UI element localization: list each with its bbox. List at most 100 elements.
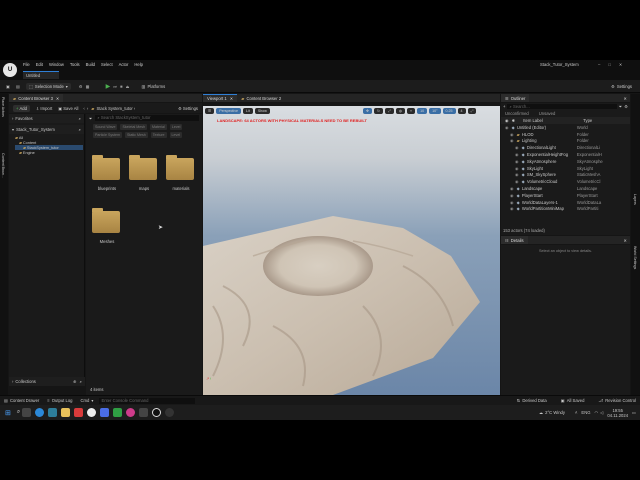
platforms-button[interactable]: ▥ Platforms	[142, 84, 166, 89]
back-icon[interactable]: ‹	[83, 106, 84, 111]
menu-select[interactable]: Select	[101, 62, 113, 67]
outliner-row[interactable]: ◉ ▰ Lighting Folder	[501, 138, 630, 145]
asset-search-input[interactable]: ⌕ Search StackSystem_tutor	[95, 115, 199, 121]
search-icon[interactable]: ⌕	[79, 116, 81, 121]
visibility-icon[interactable]: ◉	[515, 172, 519, 177]
filter-chip[interactable]: Skeletal Mesh	[120, 124, 148, 130]
visibility-icon[interactable]: ◉	[515, 166, 519, 171]
explorer-icon[interactable]	[61, 408, 71, 417]
filter-chip[interactable]: Level	[169, 124, 183, 130]
folder-tile-materials[interactable]: materials	[166, 155, 196, 191]
import-button[interactable]: ⇩ Import	[36, 106, 52, 111]
rotate-icon[interactable]: ↻	[374, 107, 384, 114]
visibility-icon[interactable]: ◉	[510, 206, 514, 211]
gear-icon[interactable]: ⚙	[624, 104, 628, 109]
world-settings-tab[interactable]: World Settings	[633, 246, 637, 269]
eject-icon[interactable]: ⏏	[126, 84, 130, 89]
column-item-label[interactable]: Item Label	[523, 118, 583, 123]
maximize-icon[interactable]: □	[608, 62, 611, 67]
language-label[interactable]: ENG	[581, 410, 590, 415]
save-icon[interactable]: ▣	[6, 84, 10, 89]
unreal-logo-icon[interactable]: U	[3, 63, 17, 77]
maximize-viewport-icon[interactable]: ⤢	[467, 107, 477, 114]
wifi-icon[interactable]: ◠	[594, 410, 598, 415]
visibility-icon[interactable]: ◉	[510, 193, 514, 198]
outliner-row[interactable]: ◉ ◆ ExponentialHeightFog ExponentialH	[501, 151, 630, 158]
search-icon[interactable]: ⌕	[79, 127, 81, 132]
weather-label[interactable]: 2°C Windy	[545, 410, 565, 415]
content-browser-side-tab[interactable]: Content Brow...	[1, 153, 5, 178]
windows-start-icon[interactable]: ⊞	[5, 409, 11, 417]
outliner-row[interactable]: ◉ ◆ PlayerStart PlayerStart	[501, 192, 630, 199]
forward-icon[interactable]: ›	[87, 106, 88, 111]
volume-icon[interactable]: ◁	[600, 410, 603, 415]
minimize-icon[interactable]: –	[598, 62, 600, 67]
breadcrumb-item[interactable]: Stack System_tutor	[96, 106, 132, 111]
content-browser-tab[interactable]: ▰ Content Browser 3 ✕	[9, 94, 64, 102]
filter-chip[interactable]: Material	[150, 124, 167, 130]
angle-snap-value[interactable]: 10°	[429, 107, 441, 114]
output-log-button[interactable]: ≡ Output Log	[47, 398, 72, 403]
surface-snap-icon[interactable]: ⌖	[407, 107, 416, 114]
menu-edit[interactable]: Edit	[36, 62, 43, 67]
visibility-icon[interactable]: ◉	[515, 145, 519, 150]
app-icon[interactable]	[113, 408, 123, 417]
filter-icon[interactable]: ⏷	[619, 104, 622, 109]
close-icon[interactable]: ✕	[623, 96, 627, 101]
filter-chip[interactable]: Static Mesh	[124, 132, 148, 138]
step-icon[interactable]: ⏭	[113, 84, 117, 89]
perspective-button[interactable]: Perspective	[216, 107, 242, 114]
visibility-icon[interactable]: ◉	[510, 186, 514, 191]
visibility-icon[interactable]: ◉	[515, 179, 519, 184]
project-header[interactable]: ▾ Stack_Tutor_System ⌕	[9, 125, 84, 134]
filter-icon[interactable]: ⏷	[89, 116, 92, 121]
close-icon[interactable]: ✕	[623, 238, 627, 243]
world-icon[interactable]: ◍	[395, 107, 406, 114]
grid-snap-value[interactable]: 10	[417, 107, 428, 114]
filter-chip[interactable]: Level	[169, 132, 183, 138]
menu-tools[interactable]: Tools	[70, 62, 80, 67]
menu-window[interactable]: Window	[49, 62, 64, 67]
task-view-icon[interactable]	[22, 408, 32, 417]
close-icon[interactable]: ✕	[619, 62, 623, 67]
camera-speed-value[interactable]: 4	[457, 107, 466, 114]
outliner-row[interactable]: ◉ ◆ WorldDataLayers-1 WorldDataLa	[501, 199, 630, 206]
play-icon[interactable]: ▶	[106, 83, 111, 90]
unsaved-tab[interactable]: Unsaved	[539, 111, 556, 116]
outliner-row[interactable]: ◉ ◆ SkyAtmosphere SkyAtmosphe	[501, 158, 630, 165]
app-icon[interactable]	[139, 408, 149, 417]
show-button[interactable]: Show	[254, 107, 270, 114]
outliner-row[interactable]: ◉ ◆ SkyLight SkyLight	[501, 165, 630, 172]
derived-data-button[interactable]: ⇅ Derived Data	[517, 398, 547, 403]
app-icon[interactable]	[165, 408, 175, 417]
visibility-icon[interactable]: ◉	[515, 159, 519, 164]
content-drawer-button[interactable]: ▤ Content Drawer	[4, 398, 39, 403]
app-icon[interactable]	[126, 408, 136, 417]
menu-file[interactable]: File	[23, 62, 30, 67]
menu-actor[interactable]: Actor	[119, 62, 129, 67]
visibility-icon[interactable]: ◉	[510, 200, 514, 205]
unconfirmed-tab[interactable]: Unconfirmed	[505, 111, 529, 116]
mail-icon[interactable]	[74, 408, 84, 417]
visibility-icon[interactable]: ◉	[515, 152, 519, 157]
outliner-row[interactable]: ◉ ◆ WorldPartitionMiniMap WorldPartiti	[501, 206, 630, 213]
scale-snap-value[interactable]: 0.25	[442, 107, 456, 114]
browse-icon[interactable]: ▤	[16, 84, 20, 89]
viewport-tab[interactable]: Viewport 1 ✕	[203, 94, 238, 102]
folder-tile-meshes[interactable]: Meshes	[92, 208, 122, 244]
tray-chevron-icon[interactable]: ˄	[575, 410, 577, 415]
outliner-row[interactable]: ◉ ◆ SM_SkySphere StaticMeshA	[501, 172, 630, 179]
notification-icon[interactable]: ▭	[632, 410, 636, 415]
close-icon[interactable]: ✕	[56, 96, 60, 101]
details-tab[interactable]: ☷ Details	[501, 236, 528, 244]
search-icon[interactable]: ⌕	[17, 409, 20, 416]
unreal-taskbar-icon[interactable]	[152, 408, 162, 417]
store-icon[interactable]	[48, 408, 58, 417]
settings-button[interactable]: ⚙ Settings	[611, 84, 632, 89]
visibility-icon[interactable]: ◉	[505, 125, 509, 130]
console-input[interactable]: Enter Console Command	[99, 397, 196, 404]
outliner-search-input[interactable]: ⌕ Search...	[507, 104, 617, 109]
menu-build[interactable]: Build	[86, 62, 95, 67]
add-button[interactable]: + Add	[13, 104, 30, 112]
outliner-row[interactable]: ◉ ▰ HLOD Folder	[501, 131, 630, 138]
